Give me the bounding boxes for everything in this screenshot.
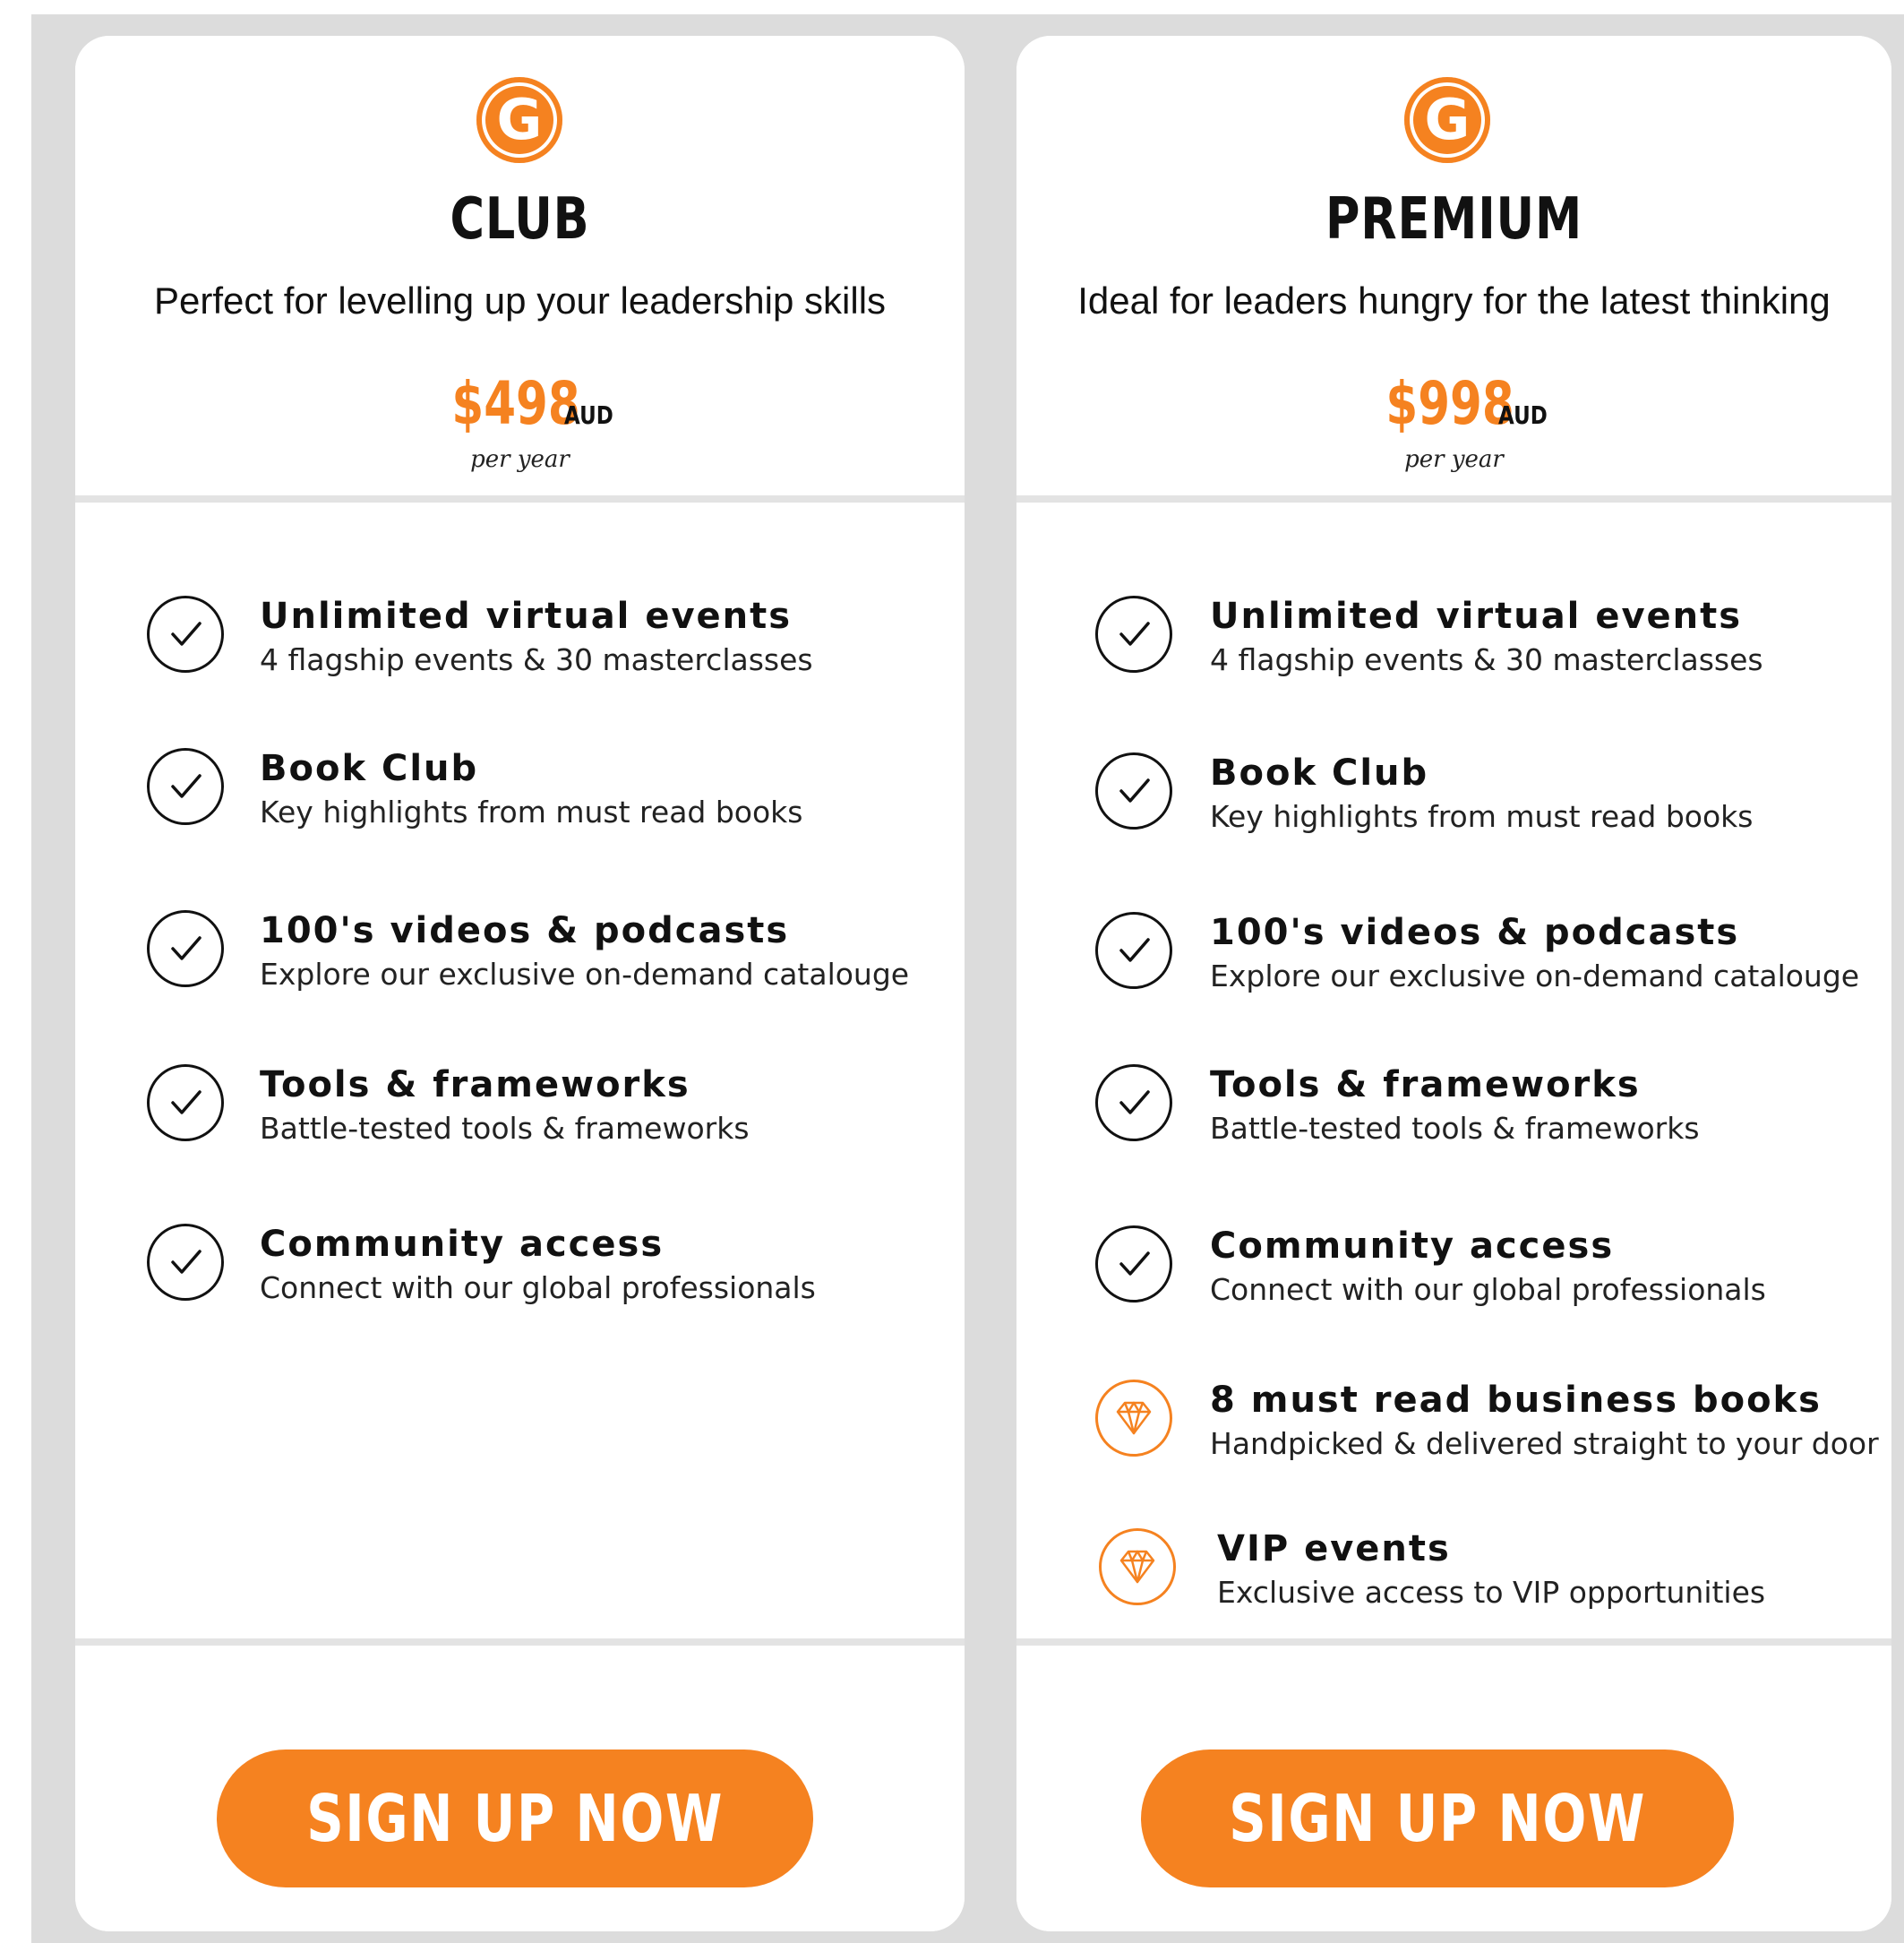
feature-item: VIP events Exclusive access to VIP oppor…: [1016, 1528, 1891, 1627]
feature-description: Key highlights from must read books: [1210, 799, 1754, 834]
feature-title: 100's videos & podcasts: [1210, 912, 1740, 953]
feature-item: 8 must read business books Handpicked & …: [1016, 1380, 1891, 1478]
check-circle-icon: [1095, 596, 1172, 673]
check-circle-icon: [147, 1064, 224, 1141]
feature-description: 4 flagship events & 30 masterclasses: [260, 642, 813, 677]
plan-title: PREMIUM: [1325, 186, 1583, 253]
feature-description: Explore our exclusive on-demand cataloug…: [260, 957, 910, 992]
brand-logo-icon: G: [476, 77, 562, 163]
check-circle-icon: [147, 596, 224, 673]
feature-item: 100's videos & podcasts Explore our excl…: [75, 910, 965, 1009]
plan-card-premium: G PREMIUM Ideal for leaders hungry for t…: [1016, 36, 1891, 1931]
feature-item: Community access Connect with our global…: [75, 1224, 965, 1322]
plan-tagline: Perfect for levelling up your leadership…: [153, 279, 887, 322]
feature-item: Book Club Key highlights from must read …: [75, 748, 965, 847]
check-circle-icon: [1095, 1225, 1172, 1302]
price-amount: $498: [451, 369, 580, 438]
feature-description: Battle-tested tools & frameworks: [1210, 1111, 1700, 1146]
plan-header: G PREMIUM Ideal for leaders hungry for t…: [1016, 36, 1891, 495]
plan-title: CLUB: [450, 186, 590, 253]
feature-item: Tools & frameworks Battle-tested tools &…: [75, 1064, 965, 1163]
diamond-icon: [1095, 1380, 1172, 1457]
feature-item: Unlimited virtual events 4 flagship even…: [1016, 596, 1891, 694]
price-period: per year: [470, 446, 570, 473]
check-circle-icon: [1095, 752, 1172, 830]
feature-title: VIP events: [1217, 1528, 1451, 1569]
check-circle-icon: [147, 1224, 224, 1301]
plan-header: G CLUB Perfect for levelling up your lea…: [75, 36, 965, 495]
feature-description: 4 flagship events & 30 masterclasses: [1210, 642, 1763, 677]
feature-title: Tools & frameworks: [1210, 1064, 1641, 1105]
feature-title: 100's videos & podcasts: [260, 910, 790, 951]
feature-list: Unlimited virtual events 4 flagship even…: [1016, 503, 1891, 1638]
divider: [75, 495, 965, 503]
plan-price: $498AUD: [75, 369, 965, 438]
feature-title: Community access: [260, 1224, 665, 1265]
diamond-icon: [1099, 1528, 1176, 1605]
feature-title: 8 must read business books: [1210, 1380, 1822, 1421]
price-period: per year: [1404, 446, 1504, 473]
plan-card-club: G CLUB Perfect for levelling up your lea…: [75, 36, 965, 1931]
check-circle-icon: [1095, 1064, 1172, 1141]
divider: [1016, 495, 1891, 503]
divider: [75, 1638, 965, 1646]
price-currency: AUD: [1497, 400, 1548, 430]
sign-up-label: SIGN UP NOW: [1229, 1781, 1646, 1856]
check-circle-icon: [1095, 912, 1172, 989]
feature-description: Handpicked & delivered straight to your …: [1210, 1426, 1879, 1461]
plan-price: $998AUD: [1016, 369, 1891, 438]
feature-item: Book Club Key highlights from must read …: [1016, 752, 1891, 851]
feature-title: Community access: [1210, 1225, 1615, 1267]
price-amount: $998: [1385, 369, 1514, 438]
price-currency: AUD: [563, 400, 613, 430]
feature-description: Connect with our global professionals: [260, 1270, 816, 1305]
sign-up-button[interactable]: SIGN UP NOW: [217, 1750, 813, 1887]
feature-title: Unlimited virtual events: [1210, 596, 1743, 637]
brand-logo-icon: G: [1404, 77, 1490, 163]
feature-description: Battle-tested tools & frameworks: [260, 1111, 750, 1146]
plan-footer: SIGN UP NOW: [1016, 1646, 1891, 1931]
feature-item: 100's videos & podcasts Explore our excl…: [1016, 912, 1891, 1010]
plan-footer: SIGN UP NOW: [75, 1646, 965, 1931]
divider: [1016, 1638, 1891, 1646]
feature-title: Tools & frameworks: [260, 1064, 690, 1105]
feature-title: Book Club: [260, 748, 479, 789]
feature-title: Book Club: [1210, 752, 1429, 794]
check-circle-icon: [147, 748, 224, 825]
sign-up-button[interactable]: SIGN UP NOW: [1141, 1750, 1734, 1887]
feature-description: Connect with our global professionals: [1210, 1272, 1766, 1307]
feature-title: Unlimited virtual events: [260, 596, 793, 637]
feature-list: Unlimited virtual events 4 flagship even…: [75, 503, 965, 1638]
plan-tagline: Ideal for leaders hungry for the latest …: [1077, 279, 1831, 322]
feature-description: Key highlights from must read books: [260, 795, 803, 830]
feature-description: Exclusive access to VIP opportunities: [1217, 1575, 1766, 1610]
feature-item: Tools & frameworks Battle-tested tools &…: [1016, 1064, 1891, 1163]
feature-item: Community access Connect with our global…: [1016, 1225, 1891, 1324]
check-circle-icon: [147, 910, 224, 987]
feature-description: Explore our exclusive on-demand cataloug…: [1210, 959, 1860, 993]
sign-up-label: SIGN UP NOW: [306, 1781, 724, 1856]
feature-item: Unlimited virtual events 4 flagship even…: [75, 596, 965, 694]
